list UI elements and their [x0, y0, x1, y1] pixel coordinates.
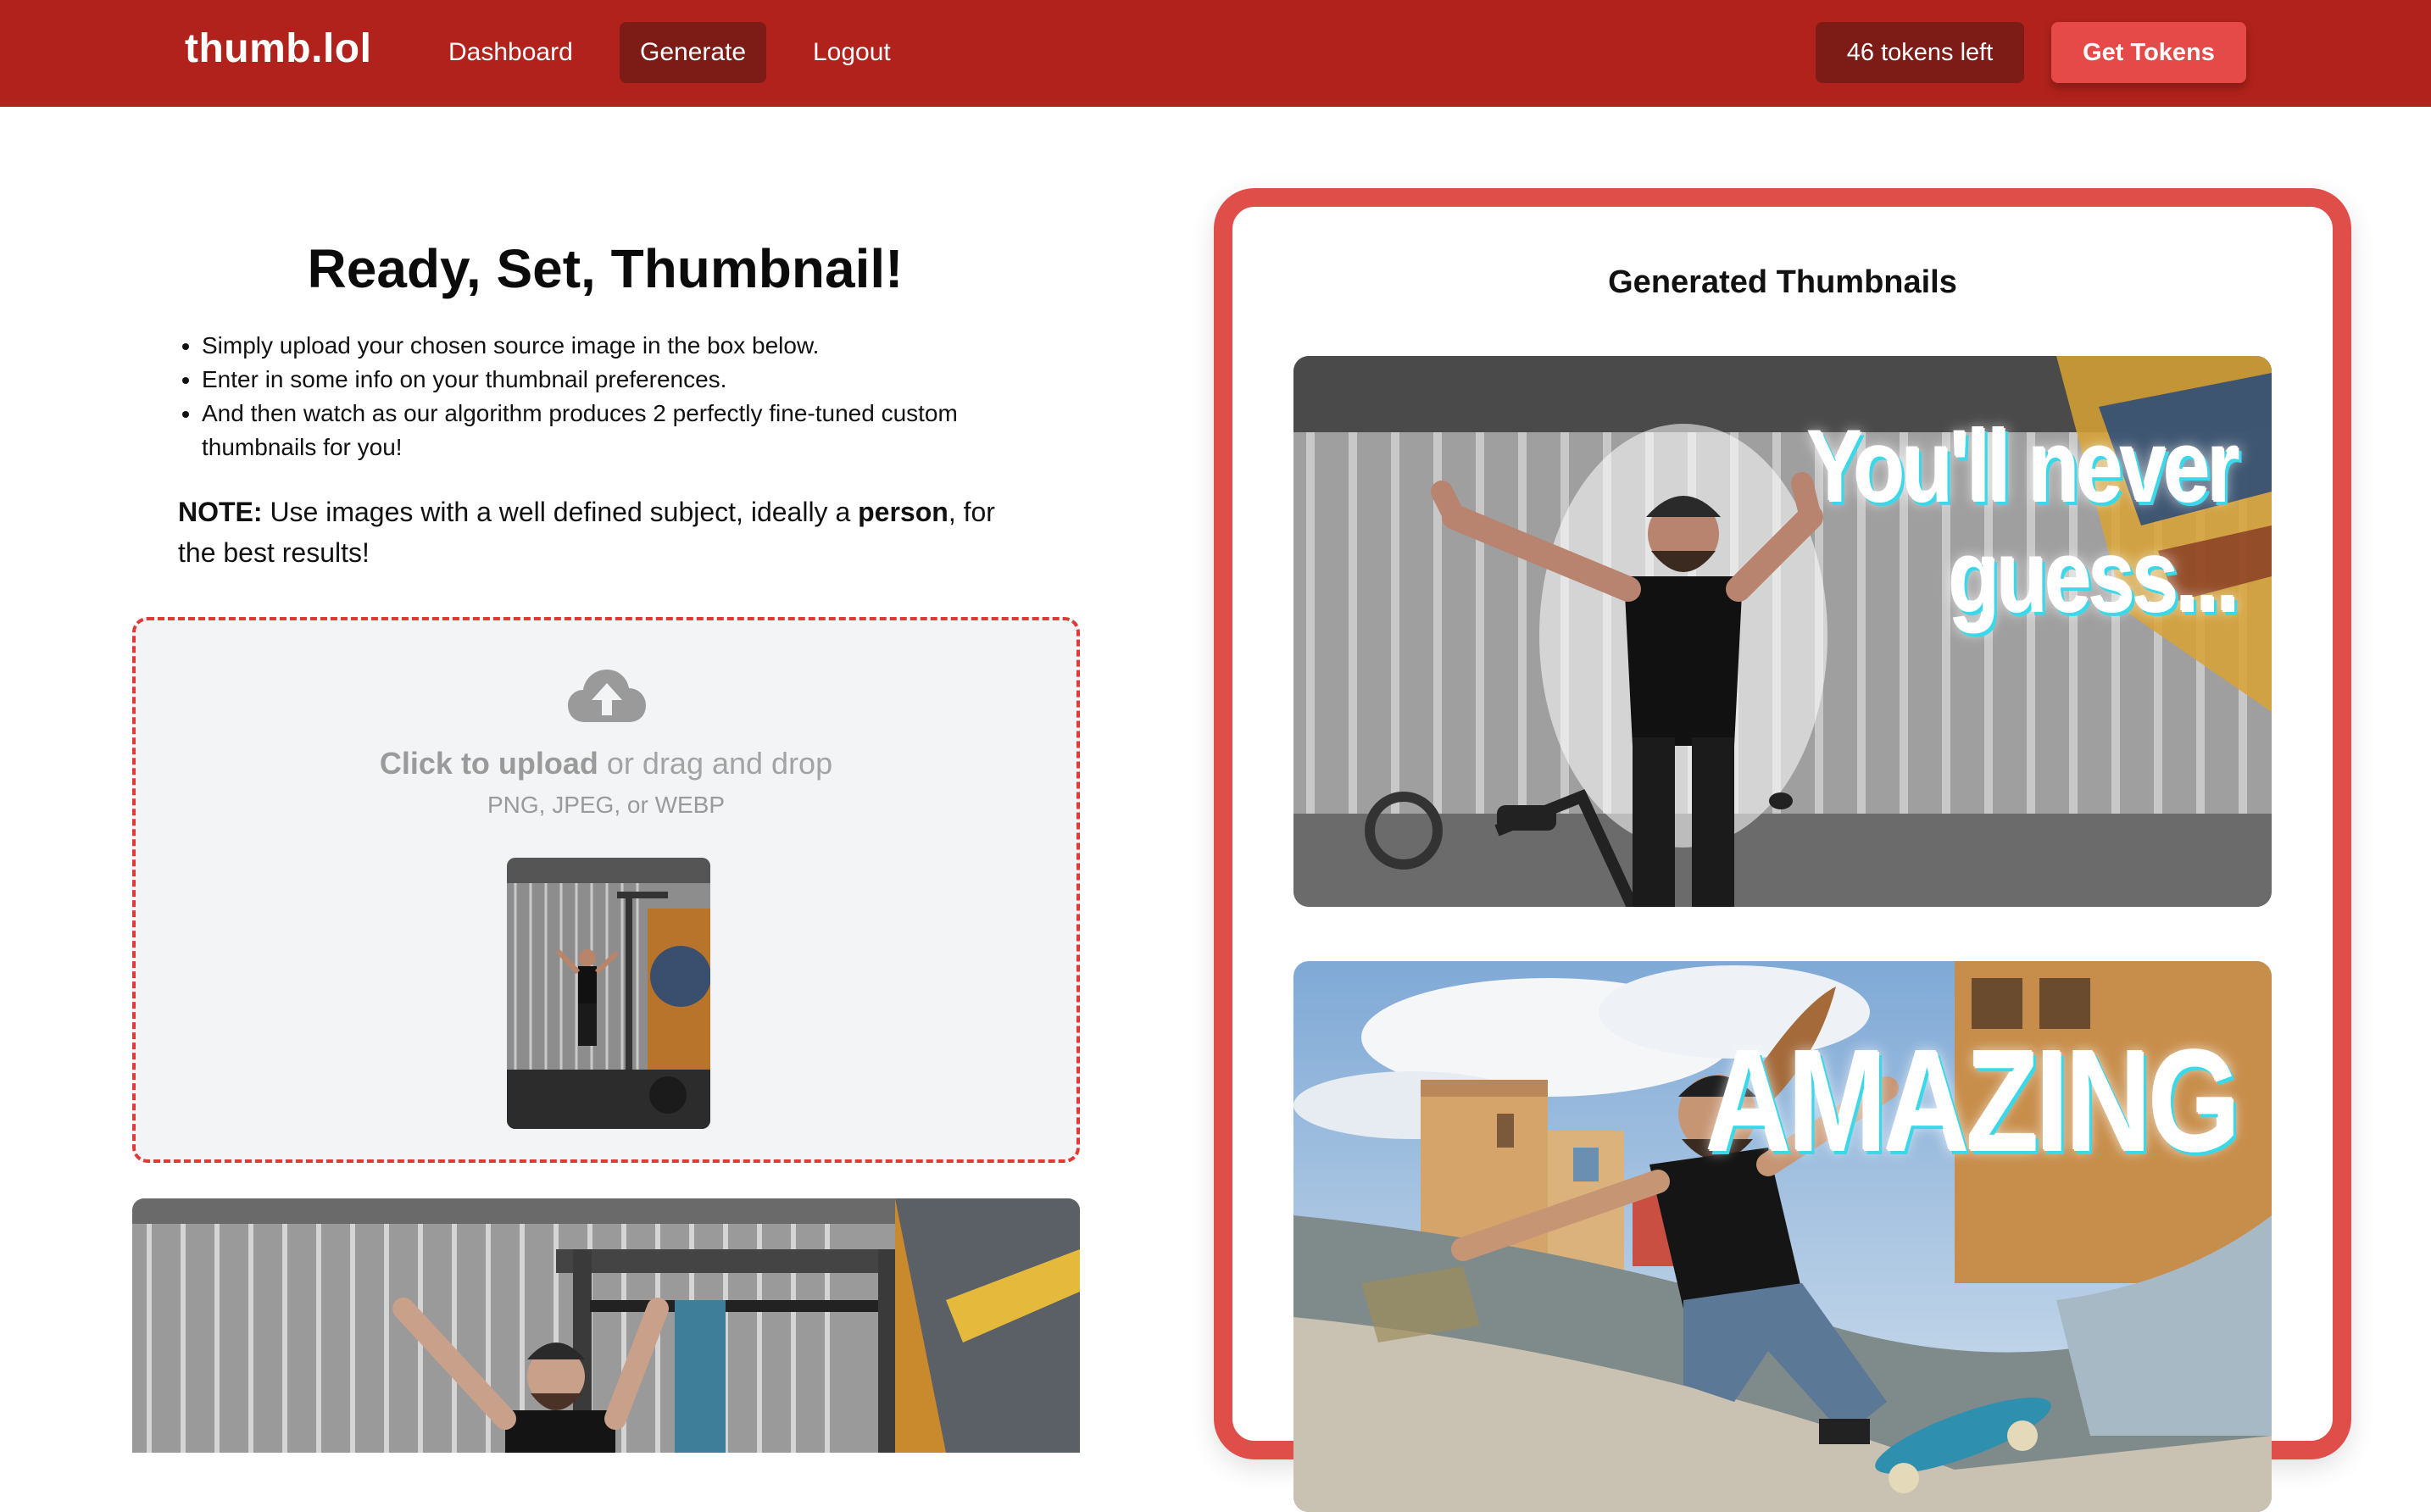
generated-thumbnails-panel: Generated Thumbnails You'll never guess.… — [1214, 188, 2351, 1512]
note-text: NOTE: Use images with a well defined sub… — [178, 492, 1026, 573]
note-label: NOTE: — [178, 497, 263, 527]
caption-line: You'll never — [1807, 410, 2240, 524]
click-to-upload-link[interactable]: Click to upload — [380, 746, 598, 781]
tokens-remaining-badge: 46 tokens left — [1816, 22, 2024, 83]
note-emphasis: person — [858, 497, 948, 527]
upload-dropzone[interactable]: Click to upload or drag and drop PNG, JP… — [132, 617, 1080, 1163]
caption-line: guess... — [1949, 520, 2240, 634]
nav-dashboard[interactable]: Dashboard — [428, 22, 593, 83]
page-title: Ready, Set, Thumbnail! — [307, 238, 904, 299]
upload-prompt: Click to upload or drag and drop — [136, 746, 1076, 781]
nav-generate[interactable]: Generate — [620, 22, 767, 83]
instruction-step: And then watch as our algorithm produces… — [202, 397, 1049, 464]
source-image-large-preview — [132, 1198, 1080, 1453]
instruction-step: Enter in some info on your thumbnail pre… — [202, 363, 1049, 397]
uploaded-image-preview — [507, 858, 710, 1129]
caption-line: AMAZING — [1705, 1021, 2241, 1182]
nav-logout[interactable]: Logout — [793, 22, 911, 83]
cloud-upload-icon — [566, 664, 648, 725]
top-navbar: thumb.lol Dashboard Generate Logout 46 t… — [0, 0, 2431, 107]
generated-thumbnails-title: Generated Thumbnails — [1608, 264, 1957, 300]
note-body-1: Use images with a well defined subject, … — [262, 497, 859, 527]
generated-thumbnail[interactable]: AMAZING — [1293, 961, 2272, 1512]
thumbnail-caption: AMAZING — [1705, 1021, 2241, 1182]
instructions-list: Simply upload your chosen source image i… — [202, 329, 1049, 464]
instruction-step: Simply upload your chosen source image i… — [202, 329, 1049, 363]
brand-logo[interactable]: thumb.lol — [185, 25, 371, 72]
get-tokens-button[interactable]: Get Tokens — [2051, 22, 2246, 83]
drag-drop-label: or drag and drop — [598, 746, 833, 781]
generated-thumbnail[interactable]: You'll never guess... — [1293, 356, 2272, 907]
thumbnail-caption: You'll never guess... — [1807, 410, 2240, 634]
accepted-formats: PNG, JPEG, or WEBP — [487, 792, 726, 818]
